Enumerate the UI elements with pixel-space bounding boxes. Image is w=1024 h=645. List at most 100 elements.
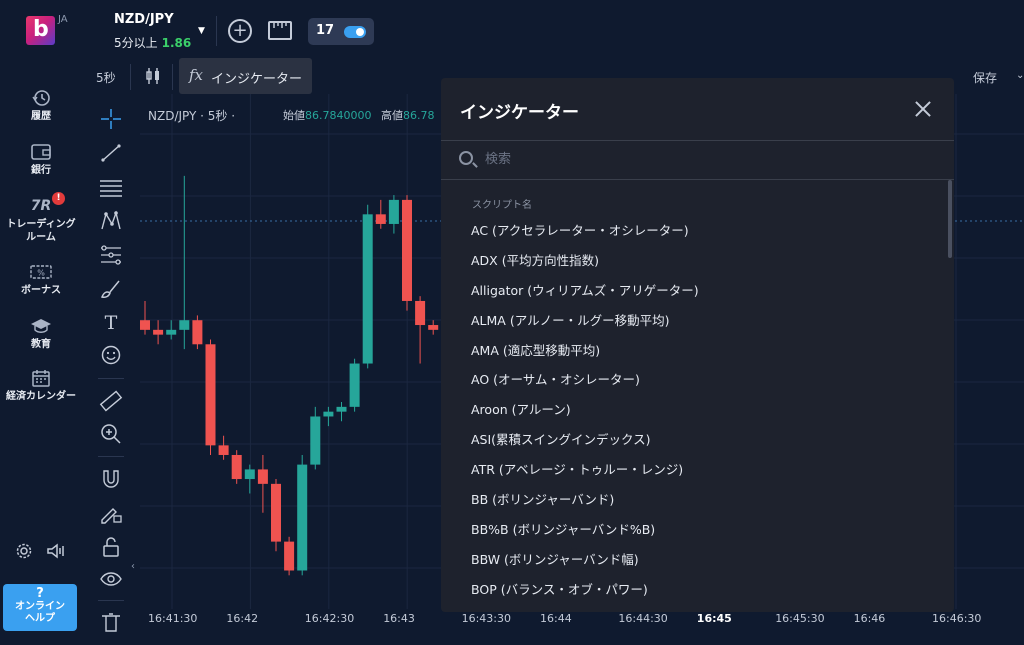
zoom-tool[interactable] [99, 422, 123, 444]
chart-legend-title: NZD/JPY · 5秒 · [148, 109, 236, 123]
candle-body [244, 469, 255, 480]
add-asset-button[interactable]: + [228, 19, 252, 43]
divider [98, 600, 124, 601]
unlock-icon [103, 537, 119, 557]
sound-button[interactable] [46, 542, 66, 562]
brand-logo[interactable]: b [26, 16, 55, 45]
indicator-list-item[interactable]: BB (ボリンジャーバンド) [441, 485, 946, 515]
app-sidebar: b JA 履歴 銀行 7R ! トレーディング ルーム % ボーナス 教育 経済… [0, 0, 82, 645]
close-icon[interactable] [912, 98, 934, 120]
time-axis-label: 16:46 [853, 612, 886, 625]
indicator-list-item[interactable]: Aroon (アルーン) [441, 395, 946, 425]
candle-body [362, 214, 373, 364]
settings-button[interactable] [14, 542, 34, 562]
gear-icon [14, 542, 34, 562]
candle-body [415, 300, 426, 326]
candle-body [284, 541, 295, 571]
candle-body [323, 411, 334, 417]
sidebar-item-label: 教育 [31, 339, 51, 350]
lock-tool[interactable] [99, 536, 123, 558]
online-help-button[interactable]: ? オンライン ヘルプ [3, 584, 77, 631]
time-axis-label: 16:43 [383, 612, 415, 625]
candle-body [271, 483, 281, 542]
crosshair-tool[interactable] [99, 108, 123, 130]
horizontal-lines-tool[interactable] [99, 176, 123, 198]
interval-selector[interactable]: 5秒 [96, 69, 116, 86]
indicators-button[interactable]: fx インジケーター [179, 58, 312, 94]
sidebar-item-history[interactable]: 履歴 [0, 88, 82, 123]
candle-body [310, 416, 321, 465]
graduation-cap-icon [0, 316, 82, 336]
measure-tool[interactable] [99, 390, 123, 412]
search-input[interactable] [485, 148, 925, 170]
sidebar-item-education[interactable]: 教育 [0, 316, 82, 351]
indicator-list-item[interactable]: AC (アクセラレーター・オシレーター) [441, 216, 946, 246]
candle-type-button[interactable] [145, 67, 161, 89]
visibility-tool[interactable] [99, 568, 123, 590]
question-icon: ? [36, 586, 44, 601]
candle-body [179, 320, 190, 330]
asset-expiry[interactable]: 5分以上 1.86 [114, 34, 191, 51]
scrollbar[interactable] [948, 180, 952, 258]
collapse-toolbar-icon[interactable]: ‹ [131, 561, 135, 572]
indicator-list-item[interactable]: AMA (適応型移動平均) [441, 336, 946, 366]
asset-pair[interactable]: NZD/JPY [114, 12, 174, 27]
time-axis-label: 16:44 [540, 612, 572, 625]
text-tool[interactable]: T [99, 312, 123, 334]
candle-body [297, 464, 308, 571]
indicator-list-item[interactable]: BOP (バランス・オブ・パワー) [441, 575, 946, 605]
candle-body [231, 454, 242, 480]
indicator-list-item[interactable]: ADX (平均方向性指数) [441, 246, 946, 276]
candle-body [428, 325, 439, 330]
candle-body [192, 320, 203, 345]
indicator-list-item[interactable]: ASI(累積スイングインデックス) [441, 425, 946, 455]
indicator-list-item[interactable]: BBW (ボリンジャーバンド幅) [441, 545, 946, 575]
wallet-icon [0, 142, 82, 162]
svg-text:%: % [37, 269, 45, 278]
lock-drawing-tool[interactable] [99, 502, 123, 524]
sidebar-item-bank[interactable]: 銀行 [0, 142, 82, 177]
layout-button[interactable] [268, 21, 292, 40]
help-label: オンライン ヘルプ [15, 601, 65, 624]
divider [172, 64, 173, 90]
toggle-switch[interactable] [344, 26, 366, 38]
chevron-down-icon[interactable]: ▼ [198, 26, 205, 36]
candle-body [402, 199, 412, 301]
list-column-header: スクリプト名 [472, 200, 532, 211]
history-icon [0, 88, 82, 108]
pattern-tool[interactable] [99, 210, 123, 232]
sidebar-item-trading-room[interactable]: 7R ! トレーディング ルーム [0, 192, 82, 244]
chevron-down-icon[interactable]: ⌄ [1016, 70, 1024, 81]
open-label: 始値 [283, 109, 305, 122]
plus-icon: + [232, 20, 248, 41]
save-button[interactable]: 保存 [973, 69, 997, 86]
time-axis-label: 16:45:30 [775, 612, 825, 625]
pencil-lock-icon [101, 508, 122, 524]
candle-body [336, 406, 347, 412]
magnet-tool[interactable] [99, 468, 123, 490]
indicators-label: インジケーター [211, 72, 303, 87]
search-bar [441, 141, 954, 179]
sidebar-item-label: 履歴 [31, 111, 51, 122]
trendline-tool[interactable] [99, 142, 123, 164]
indicator-list-item[interactable]: AO (オーサム・オシレーター) [441, 365, 946, 395]
indicator-list-item[interactable]: BB%B (ボリンジャーバンド%B) [441, 515, 946, 545]
sidebar-item-label: 銀行 [31, 165, 51, 176]
prediction-tool[interactable] [99, 244, 123, 266]
brush-tool[interactable] [99, 278, 123, 300]
candle-body [375, 214, 386, 224]
sidebar-item-economic-calendar[interactable]: 経済カレンダー [0, 368, 82, 403]
emoji-tool[interactable] [99, 344, 123, 366]
indicator-list-item[interactable]: ALMA (アルノー・ルグー移動平均) [441, 306, 946, 336]
high-value: 86.78 [402, 109, 435, 122]
indicator-list-item[interactable]: Alligator (ウィリアムズ・アリゲーター) [441, 276, 946, 306]
language-selector[interactable]: JA [58, 14, 68, 25]
candle-body [205, 344, 216, 446]
tradingview-toggle[interactable]: 17 [308, 18, 374, 45]
candle-body [153, 329, 164, 335]
dialog-title: インジケーター [460, 103, 579, 123]
indicator-list-item[interactable]: ATR (アベレージ・トゥルー・レンジ) [441, 455, 946, 485]
sidebar-item-bonus[interactable]: % ボーナス [0, 262, 82, 297]
candle-body [349, 363, 360, 407]
delete-tool[interactable] [99, 612, 123, 634]
